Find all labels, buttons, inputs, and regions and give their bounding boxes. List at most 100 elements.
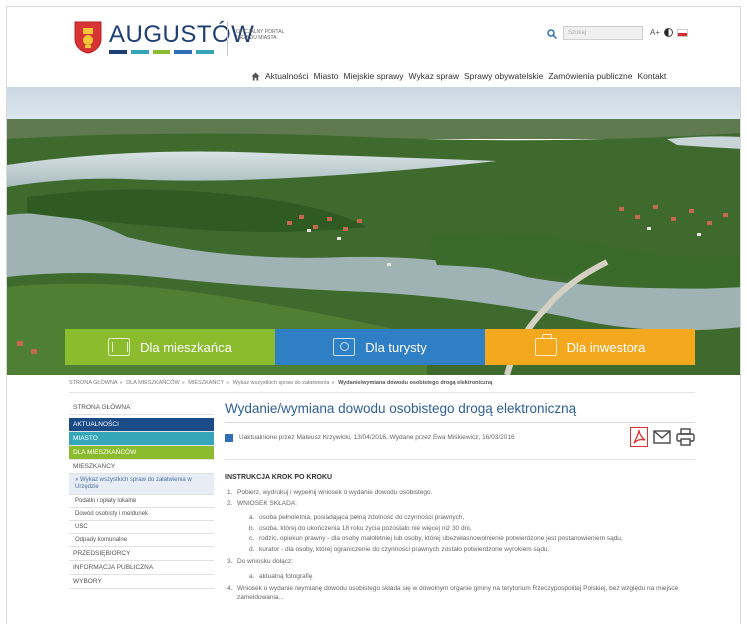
nav-item-miejskie-sprawy[interactable]: Miejskie sprawy: [344, 71, 404, 81]
audience-tiles: Dla mieszkańca Dla turysty Dla inwestora: [65, 329, 695, 365]
sidebar-menu: STRONA GŁÓWNA AKTUALNOŚCI MIASTO DLA MIE…: [69, 401, 214, 589]
sidebar-item-usc[interactable]: USC: [69, 521, 214, 534]
substep-letter: c.: [249, 535, 255, 542]
logo-stripes: [109, 50, 214, 54]
substep-item: d. kurator - dla osoby, której ograniczen…: [249, 546, 695, 555]
camera-icon: [333, 338, 356, 356]
breadcrumb-divider: [69, 392, 695, 393]
sidebar-item-strona-glowna[interactable]: STRONA GŁÓWNA: [69, 401, 214, 415]
breadcrumb-item[interactable]: MIESZKAŃCY: [188, 380, 224, 386]
sidebar-item-podatki[interactable]: Podatki i opłaty lokalne: [69, 495, 214, 508]
logo-stripe: [174, 50, 193, 54]
sidebar-item-miasto[interactable]: MIASTO: [69, 432, 214, 446]
briefcase-icon: [534, 334, 557, 356]
tile-dla-inwestora[interactable]: Dla inwestora: [485, 329, 695, 365]
meta-text: Uaktualnione przez Mateusz Krzywicki, 13…: [239, 434, 515, 441]
pdf-icon[interactable]: [630, 427, 648, 447]
sidebar-item-aktualnosci[interactable]: AKTUALNOŚCI: [69, 418, 214, 432]
sidebar-item-odpady[interactable]: Odpady komunalne: [69, 534, 214, 547]
title-divider: [225, 422, 695, 423]
breadcrumb-separator: »: [226, 380, 230, 386]
tile-label: Dla inwestora: [566, 339, 646, 355]
step-number: 2.: [227, 499, 233, 507]
logo-divider: [227, 22, 228, 56]
sidebar-item-dowod-osobisty[interactable]: Dowód osobisty i meldunek: [69, 508, 214, 521]
sidebar-item-wykaz-spraw[interactable]: » Wykaz wszystkich spraw do załatwienia …: [69, 474, 214, 495]
nav-item-aktualnosci[interactable]: Aktualności: [265, 71, 308, 81]
accessibility-tools: A+: [650, 28, 689, 37]
logo-stripe: [196, 50, 214, 54]
article-actions: [630, 427, 695, 447]
tile-label: Dla mieszkańca: [140, 339, 232, 355]
sidebar-item-informacja-publiczna[interactable]: INFORMACJA PUBLICZNA: [69, 561, 214, 575]
tile-label: Dla turysty: [365, 339, 427, 355]
city-crest-icon[interactable]: [74, 21, 102, 54]
browser-frame: AUGUSTÓW OFICJALNY PORTAL URZĘDU MIASTA …: [6, 6, 741, 624]
breadcrumb-separator: »: [331, 380, 335, 386]
substep-letter: a.: [249, 572, 255, 580]
nav-item-kontakt[interactable]: Kontakt: [637, 71, 666, 81]
main-content: Wydanie/wymiana dowodu osobistego drogą …: [225, 401, 695, 604]
substep-text: kurator - dla osoby, której ograniczenie…: [259, 545, 550, 553]
logo-caption: OFICJALNY PORTAL URZĘDU MIASTA: [236, 29, 285, 41]
search-input[interactable]: Szukaj: [563, 26, 643, 40]
step-text: WNIOSEK SKŁADA:: [237, 499, 297, 507]
substep-letter: a.: [249, 514, 255, 521]
tile-dla-mieszkanca[interactable]: Dla mieszkańca: [65, 329, 275, 365]
meta-divider: [225, 459, 695, 460]
substep-list: a. aktualną fotografię: [249, 573, 695, 582]
home-icon[interactable]: [251, 71, 260, 81]
step-number: 1.: [227, 489, 233, 496]
section-title: INSTRUKCJA KROK PO KROKU: [225, 474, 333, 481]
nav-item-sprawy-obywatelskie[interactable]: Sprawy obywatelskie: [464, 71, 543, 81]
sidebar-item-mieszkancy[interactable]: MIESZKAŃCY: [69, 460, 214, 474]
substep-text: rodzic, opiekun prawny - dla osoby małol…: [259, 535, 623, 542]
substep-item: a. osoba pełnoletnia, posiadająca pełną z…: [249, 514, 695, 523]
substep-letter: b.: [249, 524, 255, 532]
mail-icon[interactable]: [653, 430, 671, 444]
print-icon[interactable]: [676, 428, 695, 446]
instruction-steps: 1. Pobierz, wydrukuj i wypełnij wniosek o…: [225, 489, 695, 602]
substep-list: a. osoba pełnoletnia, posiadająca pełną z…: [249, 514, 695, 554]
breadcrumb-separator: »: [181, 380, 185, 386]
step-item: 2. WNIOSEK SKŁADA:: [225, 500, 695, 509]
polish-flag-icon[interactable]: [677, 28, 689, 37]
step-item: 4. Wniosek o wydanie /wymianę dowodu osob…: [225, 585, 695, 602]
substep-item: a. aktualną fotografię: [249, 573, 695, 582]
breadcrumb-item[interactable]: STRONA GŁÓWNA: [69, 380, 118, 386]
nav-item-wykaz-spraw[interactable]: Wykaz spraw: [409, 71, 459, 81]
substep-text: osoba, której do ukończenia 18 roku życi…: [259, 524, 472, 532]
sidebar-item-dla-mieszkancow[interactable]: DLA MIESZKAŃCÓW: [69, 446, 214, 460]
step-item: 1. Pobierz, wydrukuj i wypełnij wniosek o…: [225, 489, 695, 498]
step-number: 3.: [227, 558, 233, 565]
search-icon[interactable]: [547, 29, 557, 39]
site-logo-text[interactable]: AUGUSTÓW: [109, 21, 254, 49]
font-size-toggle[interactable]: A+: [650, 28, 660, 37]
breadcrumb-separator: »: [119, 380, 123, 386]
step-item: 3. Do wniosku dołącz:: [225, 558, 695, 567]
step-text: Wniosek o wydanie /wymianę dowodu osobis…: [237, 585, 679, 601]
article-meta: Uaktualnione przez Mateusz Krzywicki, 13…: [225, 427, 695, 453]
substep-text: osoba pełnoletnia, posiadająca pełną zdo…: [259, 514, 465, 521]
breadcrumb: STRONA GŁÓWNA» DLA MIESZKAŃCÓW» MIESZKAŃ…: [69, 380, 492, 386]
meta-marker: [225, 434, 233, 442]
contrast-icon[interactable]: [664, 28, 674, 37]
step-text: Pobierz, wydrukuj i wypełnij wniosek o w…: [237, 489, 433, 496]
site-header: AUGUSTÓW OFICJALNY PORTAL URZĘDU MIASTA …: [7, 7, 740, 93]
tile-dla-turysty[interactable]: Dla turysty: [275, 329, 485, 365]
logo-stripe: [109, 50, 127, 54]
logo-stripe: [152, 50, 171, 54]
logo-stripe: [130, 50, 149, 54]
sidebar-item-przedsiebiorcy[interactable]: PRZEDSIĘBIORCY: [69, 547, 214, 561]
substep-item: b. osoba, której do ukończenia 18 roku ży…: [249, 525, 695, 534]
substep-item: c. rodzic, opiekun prawny - dla osoby mał…: [249, 535, 695, 544]
breadcrumb-item[interactable]: DLA MIESZKAŃCÓW: [126, 380, 179, 386]
nav-item-zamowienia-publiczne[interactable]: Zamówienia publiczne: [548, 71, 632, 81]
breadcrumb-item[interactable]: Wykaz wszystkich spraw do załatwienia: [233, 380, 330, 386]
substep-letter: d.: [249, 545, 255, 553]
nav-item-miasto[interactable]: Miasto: [313, 71, 338, 81]
building-icon: [108, 338, 131, 356]
main-nav: Aktualności Miasto Miejskie sprawy Wykaz…: [251, 71, 666, 81]
sidebar-item-wybory[interactable]: WYBORY: [69, 575, 214, 589]
page-title: Wydanie/wymiana dowodu osobistego drogą …: [225, 401, 577, 416]
